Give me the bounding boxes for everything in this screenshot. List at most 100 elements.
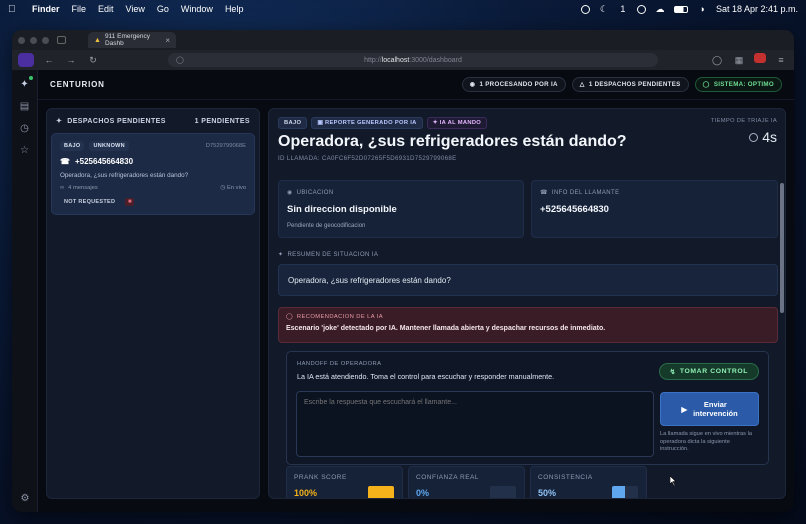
recommendation-label: RECOMENDACION DE LA IA	[296, 314, 383, 320]
ai-report-tag: ▣ REPORTE GENERADO POR IA	[311, 117, 423, 129]
delete-icon[interactable]: ■	[125, 198, 135, 206]
robot-icon: ▣	[317, 120, 326, 126]
pending-dispatch-panel: ✦ DESPACHOS PENDIENTES 1 PENDIENTES BAJO…	[46, 108, 260, 499]
situation-summary: Operadora, ¿sus refrigeradores están dan…	[278, 264, 778, 296]
tab-bar: ▲ 911 Emergency Dashb ×	[12, 30, 794, 50]
clock-icon: ◷	[220, 185, 226, 191]
operator-handoff: HANDOFF DE OPERADORA La IA está atendien…	[286, 351, 769, 465]
detail-priority-tag: BAJO	[278, 117, 308, 129]
menu-window[interactable]: Window	[181, 4, 213, 14]
consistency-metric: CONSISTENCIA 50%	[530, 466, 647, 498]
triage-time-value: 4s	[762, 129, 777, 145]
alert-triangle-icon: △	[579, 81, 585, 88]
pending-pill[interactable]: △ 1 DESPACHOS PENDIENTES	[571, 77, 689, 92]
operator-response-input[interactable]	[296, 391, 654, 457]
url-path: :3000/dashboard	[409, 56, 462, 64]
summary-label: RESUMEN DE SITUACION IA	[287, 251, 379, 258]
battery-icon[interactable]	[673, 5, 688, 13]
pending-label: 1 DESPACHOS PENDIENTES	[588, 81, 681, 88]
sparkles-icon[interactable]: ✦	[19, 76, 33, 90]
ai-recommendation: ◯ RECOMENDACION DE LA IA Escenario 'joke'…	[278, 307, 778, 343]
url-scheme: http://	[364, 56, 382, 64]
dispatch-preview: Operadora, ¿sus refrigeradores están dan…	[60, 172, 189, 179]
menu-file[interactable]: File	[72, 4, 87, 14]
user-icon[interactable]	[636, 4, 646, 14]
app-sidebar: ✦ ▤ ◷ ☆ ⚙	[12, 70, 38, 512]
pending-dispatch-title: DESPACHOS PENDIENTES	[67, 117, 166, 125]
url-bar: ← → ↻ ◯ http://localhost:3000/dashboard …	[12, 50, 794, 70]
ai-spark-icon: ✦	[432, 120, 440, 126]
messages-count: 4 mensajes	[68, 185, 98, 191]
site-info-icon[interactable]: ◯	[176, 56, 184, 64]
profile-icon[interactable]: ◯	[710, 53, 724, 67]
location-sub: Pendiente de geocodificacion	[287, 223, 366, 229]
triage-time-label: TIEMPO DE TRIAJE IA	[710, 118, 777, 124]
caller-info-value: +525645664830	[540, 204, 609, 215]
record-icon[interactable]	[580, 4, 590, 14]
star-icon[interactable]: ☆	[19, 144, 31, 156]
inbox-icon[interactable]: ▤	[19, 100, 31, 112]
close-window-button[interactable]	[18, 36, 25, 44]
menu-app-name[interactable]: Finder	[32, 4, 60, 14]
cloud-icon[interactable]: ☁	[655, 4, 665, 14]
menu-help[interactable]: Help	[225, 4, 244, 14]
dispatch-list-icon: ✦	[56, 118, 63, 125]
moon-icon[interactable]: ☾	[599, 4, 609, 14]
type-tag: UNKNOWN	[89, 141, 129, 151]
pending-dispatch-count: 1 PENDIENTES	[194, 117, 250, 125]
menu-icon[interactable]: ≡	[774, 53, 788, 67]
browser-tab[interactable]: ▲ 911 Emergency Dashb ×	[88, 32, 176, 48]
summary-spark-icon: ✦	[278, 252, 284, 258]
triage-clock-icon	[749, 132, 759, 142]
handoff-label: HANDOFF DE OPERADORA	[297, 361, 382, 367]
reload-icon[interactable]: ↻	[86, 53, 100, 67]
menu-go[interactable]: Go	[157, 4, 169, 14]
close-tab-icon[interactable]: ×	[165, 36, 170, 45]
minimize-window-button[interactable]	[30, 36, 37, 44]
ai-report-label: REPORTE GENERADO POR IA	[325, 120, 417, 126]
processing-pill[interactable]: ◉ 1 PROCESANDO POR IA	[461, 77, 566, 92]
messages-icon: ∞	[60, 185, 65, 191]
online-dot	[28, 76, 33, 80]
address-field[interactable]: ◯ http://localhost:3000/dashboard	[168, 53, 658, 67]
history-icon[interactable]: ◷	[19, 122, 31, 134]
consistency-value: 50%	[538, 488, 557, 498]
back-arrow-icon[interactable]: ←	[42, 53, 56, 67]
settings-gear-icon[interactable]: ⚙	[19, 492, 31, 504]
ai-control-tag: ✦ IA AL MANDO	[426, 117, 488, 129]
live-status: En vivo	[226, 185, 246, 191]
fullscreen-window-button[interactable]	[42, 36, 49, 44]
warning-icon: ▲	[94, 36, 101, 44]
phone-icon: ☎	[60, 157, 70, 166]
forward-arrow-icon[interactable]: →	[64, 53, 78, 67]
send-intervention-button[interactable]: ▶ Enviar intervención	[660, 392, 759, 426]
take-control-button[interactable]: ↯ TOMAR CONTROL	[658, 363, 759, 380]
call-id: ID LLAMADA: CA0FC6F52D07265F5D6931D75297…	[278, 155, 457, 162]
apple-icon[interactable]: 	[8, 4, 22, 15]
caller-info-card: ☎ INFO DEL LLAMANTE +525645664830	[531, 180, 778, 238]
browser-app-icon[interactable]	[18, 53, 34, 67]
system-status-pill[interactable]: ◯ SISTEMA: OPTIMO	[694, 77, 782, 92]
recommendation-text: Escenario 'joke' detectado por IA. Mante…	[286, 325, 606, 332]
control-center-icon[interactable]: ◑	[697, 4, 707, 14]
notification-count[interactable]: 1	[618, 4, 628, 14]
menubar-datetime[interactable]: Sat 18 Apr 2:41 p.m.	[716, 4, 798, 14]
tab-title: 911 Emergency Dashb	[104, 33, 150, 47]
location-label: UBICACION	[296, 189, 334, 196]
extensions-icon[interactable]: ▦	[732, 53, 746, 67]
sidebar-toggle-icon[interactable]	[57, 36, 66, 44]
menu-view[interactable]: View	[126, 4, 145, 14]
real-confidence-label: CONFIANZA REAL	[416, 474, 479, 481]
send-note: La llamada sigue en vivo mientras la ope…	[660, 431, 752, 453]
prank-score-value: 100%	[294, 488, 318, 498]
caller-phone-icon: ☎	[540, 190, 548, 196]
brand-title: CENTURION	[50, 80, 105, 89]
prank-score-fill	[368, 486, 394, 498]
dispatch-card[interactable]: BAJO UNKNOWN D7529799068E ☎ +52564566483…	[51, 133, 255, 215]
window-controls	[18, 36, 49, 44]
detail-scrollbar[interactable]	[780, 183, 784, 313]
menu-edit[interactable]: Edit	[98, 4, 114, 14]
location-pin-icon: ◉	[287, 190, 293, 196]
extension-badge-icon[interactable]	[754, 53, 766, 63]
macos-menubar:  Finder File Edit View Go Window Help ☾…	[0, 0, 806, 18]
